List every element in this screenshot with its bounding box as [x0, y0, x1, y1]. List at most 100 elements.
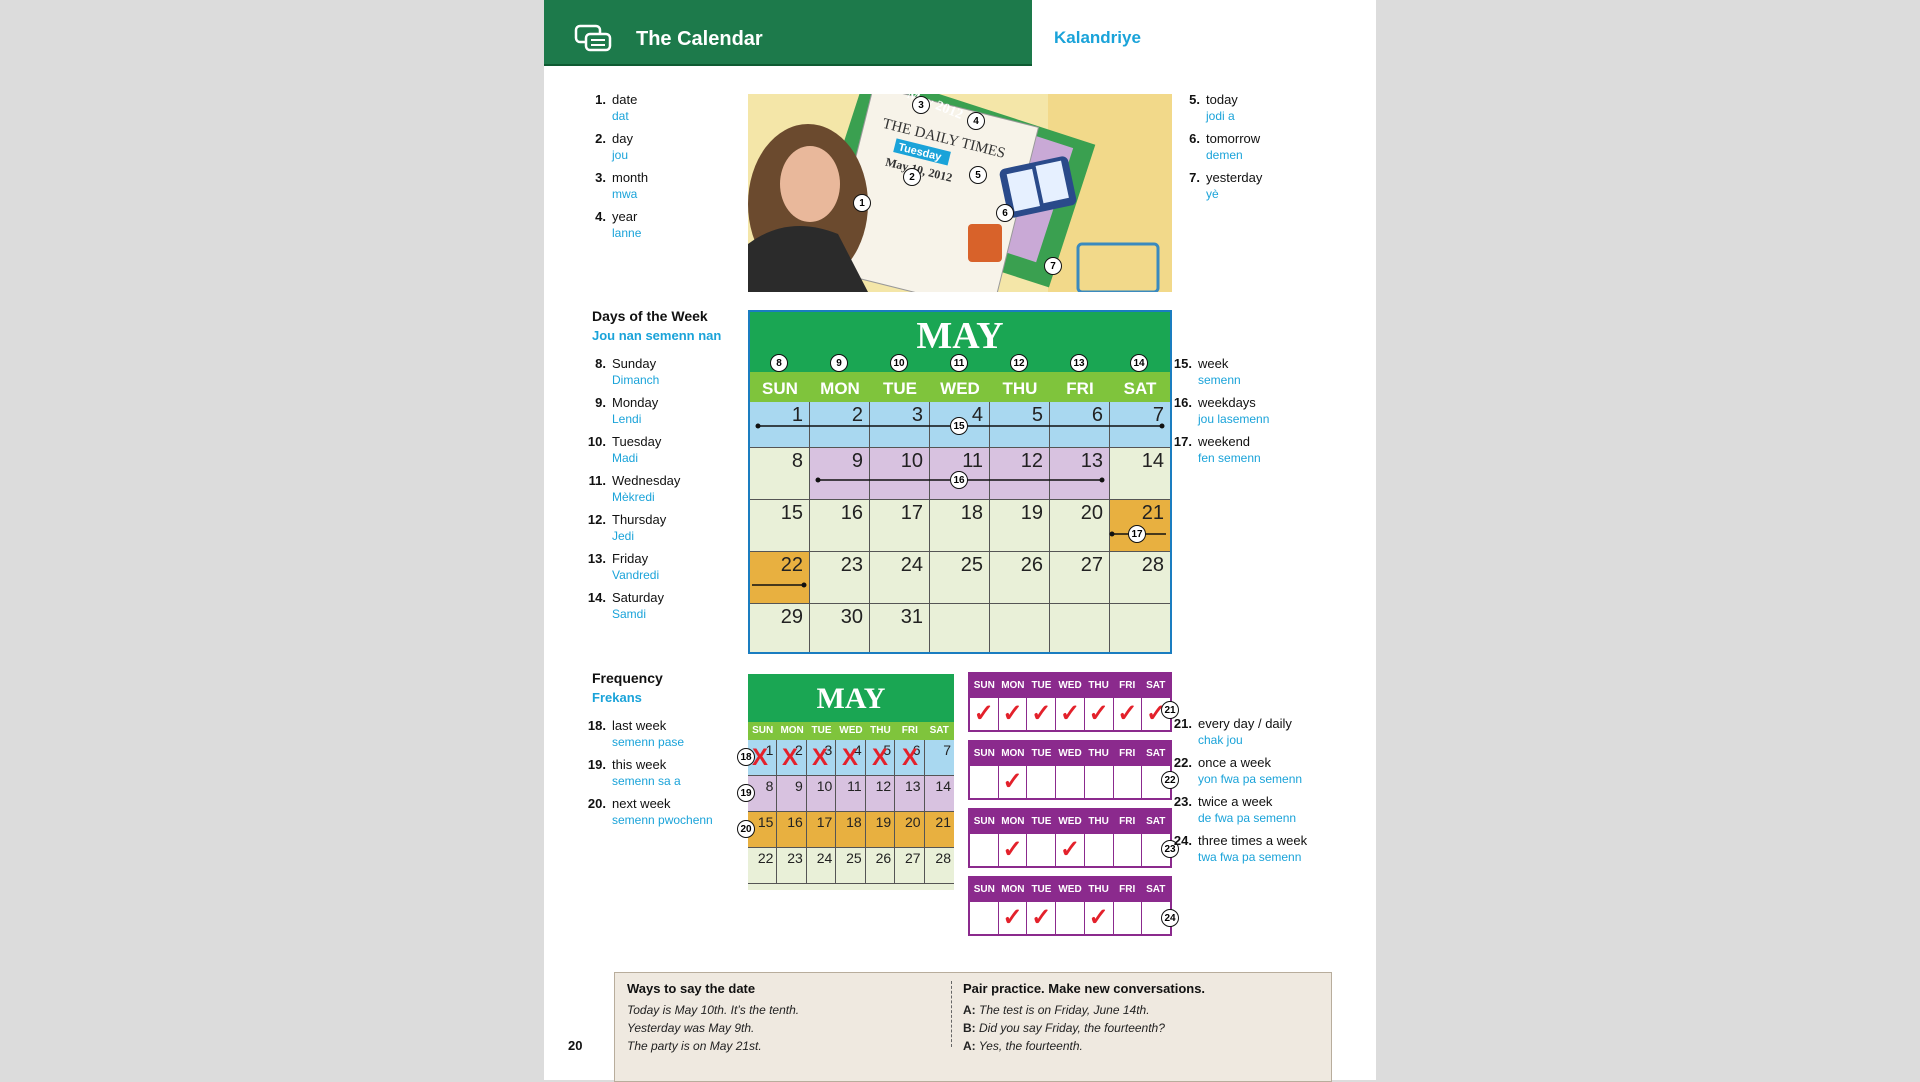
small-calendar-cell: 17 — [806, 812, 837, 848]
frequency-strip-three: SUN MON TUE WED THU FRI SAT ✓ ✓ ✓ — [968, 876, 1172, 936]
vocab-item: 7. yesterday yè — [1189, 170, 1263, 201]
vocab-item: 21. every day / daily chak jou — [1173, 716, 1292, 747]
vocab-item: 3. month mwa — [595, 170, 649, 201]
x-mark: X — [782, 744, 799, 771]
small-calendar-cell: 11 — [836, 776, 866, 812]
day-wed: WED — [839, 725, 863, 736]
last-week-x-marks: X X X X X X — [748, 744, 954, 774]
callout-7: 7 — [1044, 257, 1062, 275]
small-calendar-cell: 9 — [777, 776, 807, 812]
vocab-item: 17. weekend fen semenn — [1173, 434, 1261, 465]
calendar-illustration: THE DAILY TIMES Tuesday May 10, 2012 May… — [748, 94, 1172, 292]
days-section-subtitle: Jou nan semenn nan — [592, 328, 722, 343]
small-calendar-cell: 22 — [748, 848, 778, 884]
pair-practice-lines: A: The test is on Friday, June 14th. B: … — [963, 1003, 1165, 1053]
vocab-item: 23. twice a week de fwa pa semenn — [1173, 794, 1297, 825]
days-section-title: Days of the Week — [592, 308, 708, 324]
callout-5: 5 — [969, 166, 987, 184]
strip-check-row: ✓ ✓ — [970, 834, 1170, 866]
frequency-strip-daily: SUN MON TUE WED THU FRI SAT ✓ ✓ ✓ ✓ ✓ ✓ ✓ — [968, 672, 1172, 732]
callout-4: 4 — [967, 112, 985, 130]
small-calendar-cell: 12 — [865, 776, 896, 812]
day-sun: SUN — [752, 725, 774, 736]
frequency-strip-once: SUN MON TUE WED THU FRI SAT ✓ — [968, 740, 1172, 800]
strip-day-header: SUN MON TUE WED THU FRI SAT — [970, 810, 1170, 834]
page-title: The Calendar — [636, 28, 763, 50]
small-calendar-month: MAY — [748, 674, 954, 722]
day-fri: FRI — [901, 725, 918, 736]
vocab-item: 4. year lanne — [595, 209, 642, 240]
vocab-item: 15. week semenn — [1173, 356, 1241, 387]
callout-24: 24 — [1161, 909, 1179, 927]
vocab-item: 1. date dat — [595, 92, 638, 123]
textbook-page: The Calendar Kalandriye 1. date dat 2. day j… — [544, 0, 1376, 1082]
day-mon: MON — [780, 725, 804, 736]
small-calendar-cell: 13 — [895, 776, 925, 812]
vocab-item: 24. three times a week twa fwa pa semenn — [1173, 833, 1308, 864]
ways-to-say-date-title: Ways to say the date — [627, 981, 756, 996]
small-calendar-cell: 20 — [895, 812, 925, 848]
strip-check-row: ✓ — [970, 766, 1170, 798]
vocab-item: 9. Monday Lendi — [595, 395, 659, 426]
day-thu: THU — [870, 725, 891, 736]
vocab-item: 13. Friday Vandredi — [587, 551, 660, 582]
vocab-item: 14. Saturday Samdi — [587, 590, 665, 621]
vocab-list-top-left: 1. date dat 2. day jou 3. month mwa 4. year lann… — [584, 92, 648, 248]
may-calendar: MAY SUN MON TUE WED THU FRI SAT 8 9 10 1… — [748, 310, 1172, 654]
check-icon: ✓ — [1027, 698, 1057, 730]
strip-day-header: SUN MON TUE WED THU FRI SAT — [970, 742, 1170, 766]
vocab-item: 10. Tuesday Madi — [587, 434, 662, 465]
callout-15: 15 — [950, 417, 968, 435]
small-calendar-day-header: SUN MON TUE WED THU FRI SAT — [748, 722, 954, 740]
small-calendar-cell: 10 — [806, 776, 837, 812]
check-icon: ✓ — [1085, 698, 1114, 730]
vocab-item: 18. last week semenn pase — [587, 718, 685, 749]
vocab-item: 2. day jou — [595, 131, 633, 162]
check-icon: ✓ — [1027, 902, 1057, 934]
callout-6: 6 — [996, 204, 1014, 222]
small-calendar-cell: 21 — [924, 812, 954, 848]
check-icon: ✓ — [970, 698, 999, 730]
check-icon: ✓ — [999, 834, 1028, 866]
pair-practice-title: Pair practice. Make new conversations. — [963, 981, 1206, 996]
ways-to-say-date-lines: Today is May 10th. It’s the tenth. Yeste… — [627, 1003, 800, 1053]
header-bar: The Calendar — [544, 0, 1032, 66]
speech-bubbles-icon — [574, 24, 614, 59]
small-calendar-cell: 27 — [895, 848, 925, 884]
check-icon: ✓ — [1085, 902, 1114, 934]
check-icon: ✓ — [1056, 698, 1085, 730]
vocab-item: 22. once a week yon fwa pa semenn — [1173, 755, 1303, 786]
day-tue: TUE — [811, 725, 832, 736]
strip-day-header: SUN MON TUE WED THU FRI SAT — [970, 674, 1170, 698]
frequency-section-title: Frequency — [592, 670, 663, 686]
page-subtitle: Kalandriye — [1054, 28, 1141, 47]
callout-19: 19 — [737, 784, 755, 802]
vocab-item: 11. Wednesday Mèkredi — [588, 473, 681, 504]
vocab-list-frequency-left: 18. last week semenn pase 19. this week seme… — [584, 718, 713, 835]
vocab-item: 12. Thursday Jedi — [587, 512, 667, 543]
callout-3: 3 — [912, 96, 930, 114]
callout-17: 17 — [1128, 525, 1146, 543]
note-divider — [951, 981, 953, 1047]
small-calendar-cell: 28 — [924, 848, 954, 884]
small-calendar-cell: 26 — [865, 848, 896, 884]
vocab-list-week: 15. week semenn 16. weekdays jou lasemenn 17… — [1170, 356, 1269, 473]
small-may-calendar: MAY SUN MON TUE WED THU FRI SAT 1 2 3 4 … — [737, 674, 954, 890]
frequency-section-subtitle: Frekans — [592, 690, 642, 705]
strip-check-row: ✓ ✓ ✓ ✓ ✓ ✓ ✓ — [970, 698, 1170, 730]
small-calendar-cell: 14 — [924, 776, 954, 812]
small-calendar-cell: 18 — [836, 812, 866, 848]
strip-day-header: SUN MON TUE WED THU FRI SAT — [970, 878, 1170, 902]
vocab-item: 19. this week semenn sa a — [587, 757, 681, 788]
frequency-strip-twice: SUN MON TUE WED THU FRI SAT ✓ ✓ — [968, 808, 1172, 868]
vocab-item: 5. today jodi a — [1189, 92, 1238, 123]
practice-note-box: Ways to say the date Today is May 10th. … — [614, 972, 1332, 1082]
vocab-list-days: 8. Sunday Dimanch 9. Monday Lendi 10. Tuesday… — [584, 356, 681, 629]
small-calendar-cell: 16 — [777, 812, 807, 848]
callout-18: 18 — [737, 748, 755, 766]
check-icon: ✓ — [1056, 834, 1085, 866]
check-icon: ✓ — [999, 766, 1028, 798]
vocab-item: 16. weekdays jou lasemenn — [1173, 395, 1270, 426]
callout-16: 16 — [950, 471, 968, 489]
check-icon: ✓ — [999, 698, 1028, 730]
